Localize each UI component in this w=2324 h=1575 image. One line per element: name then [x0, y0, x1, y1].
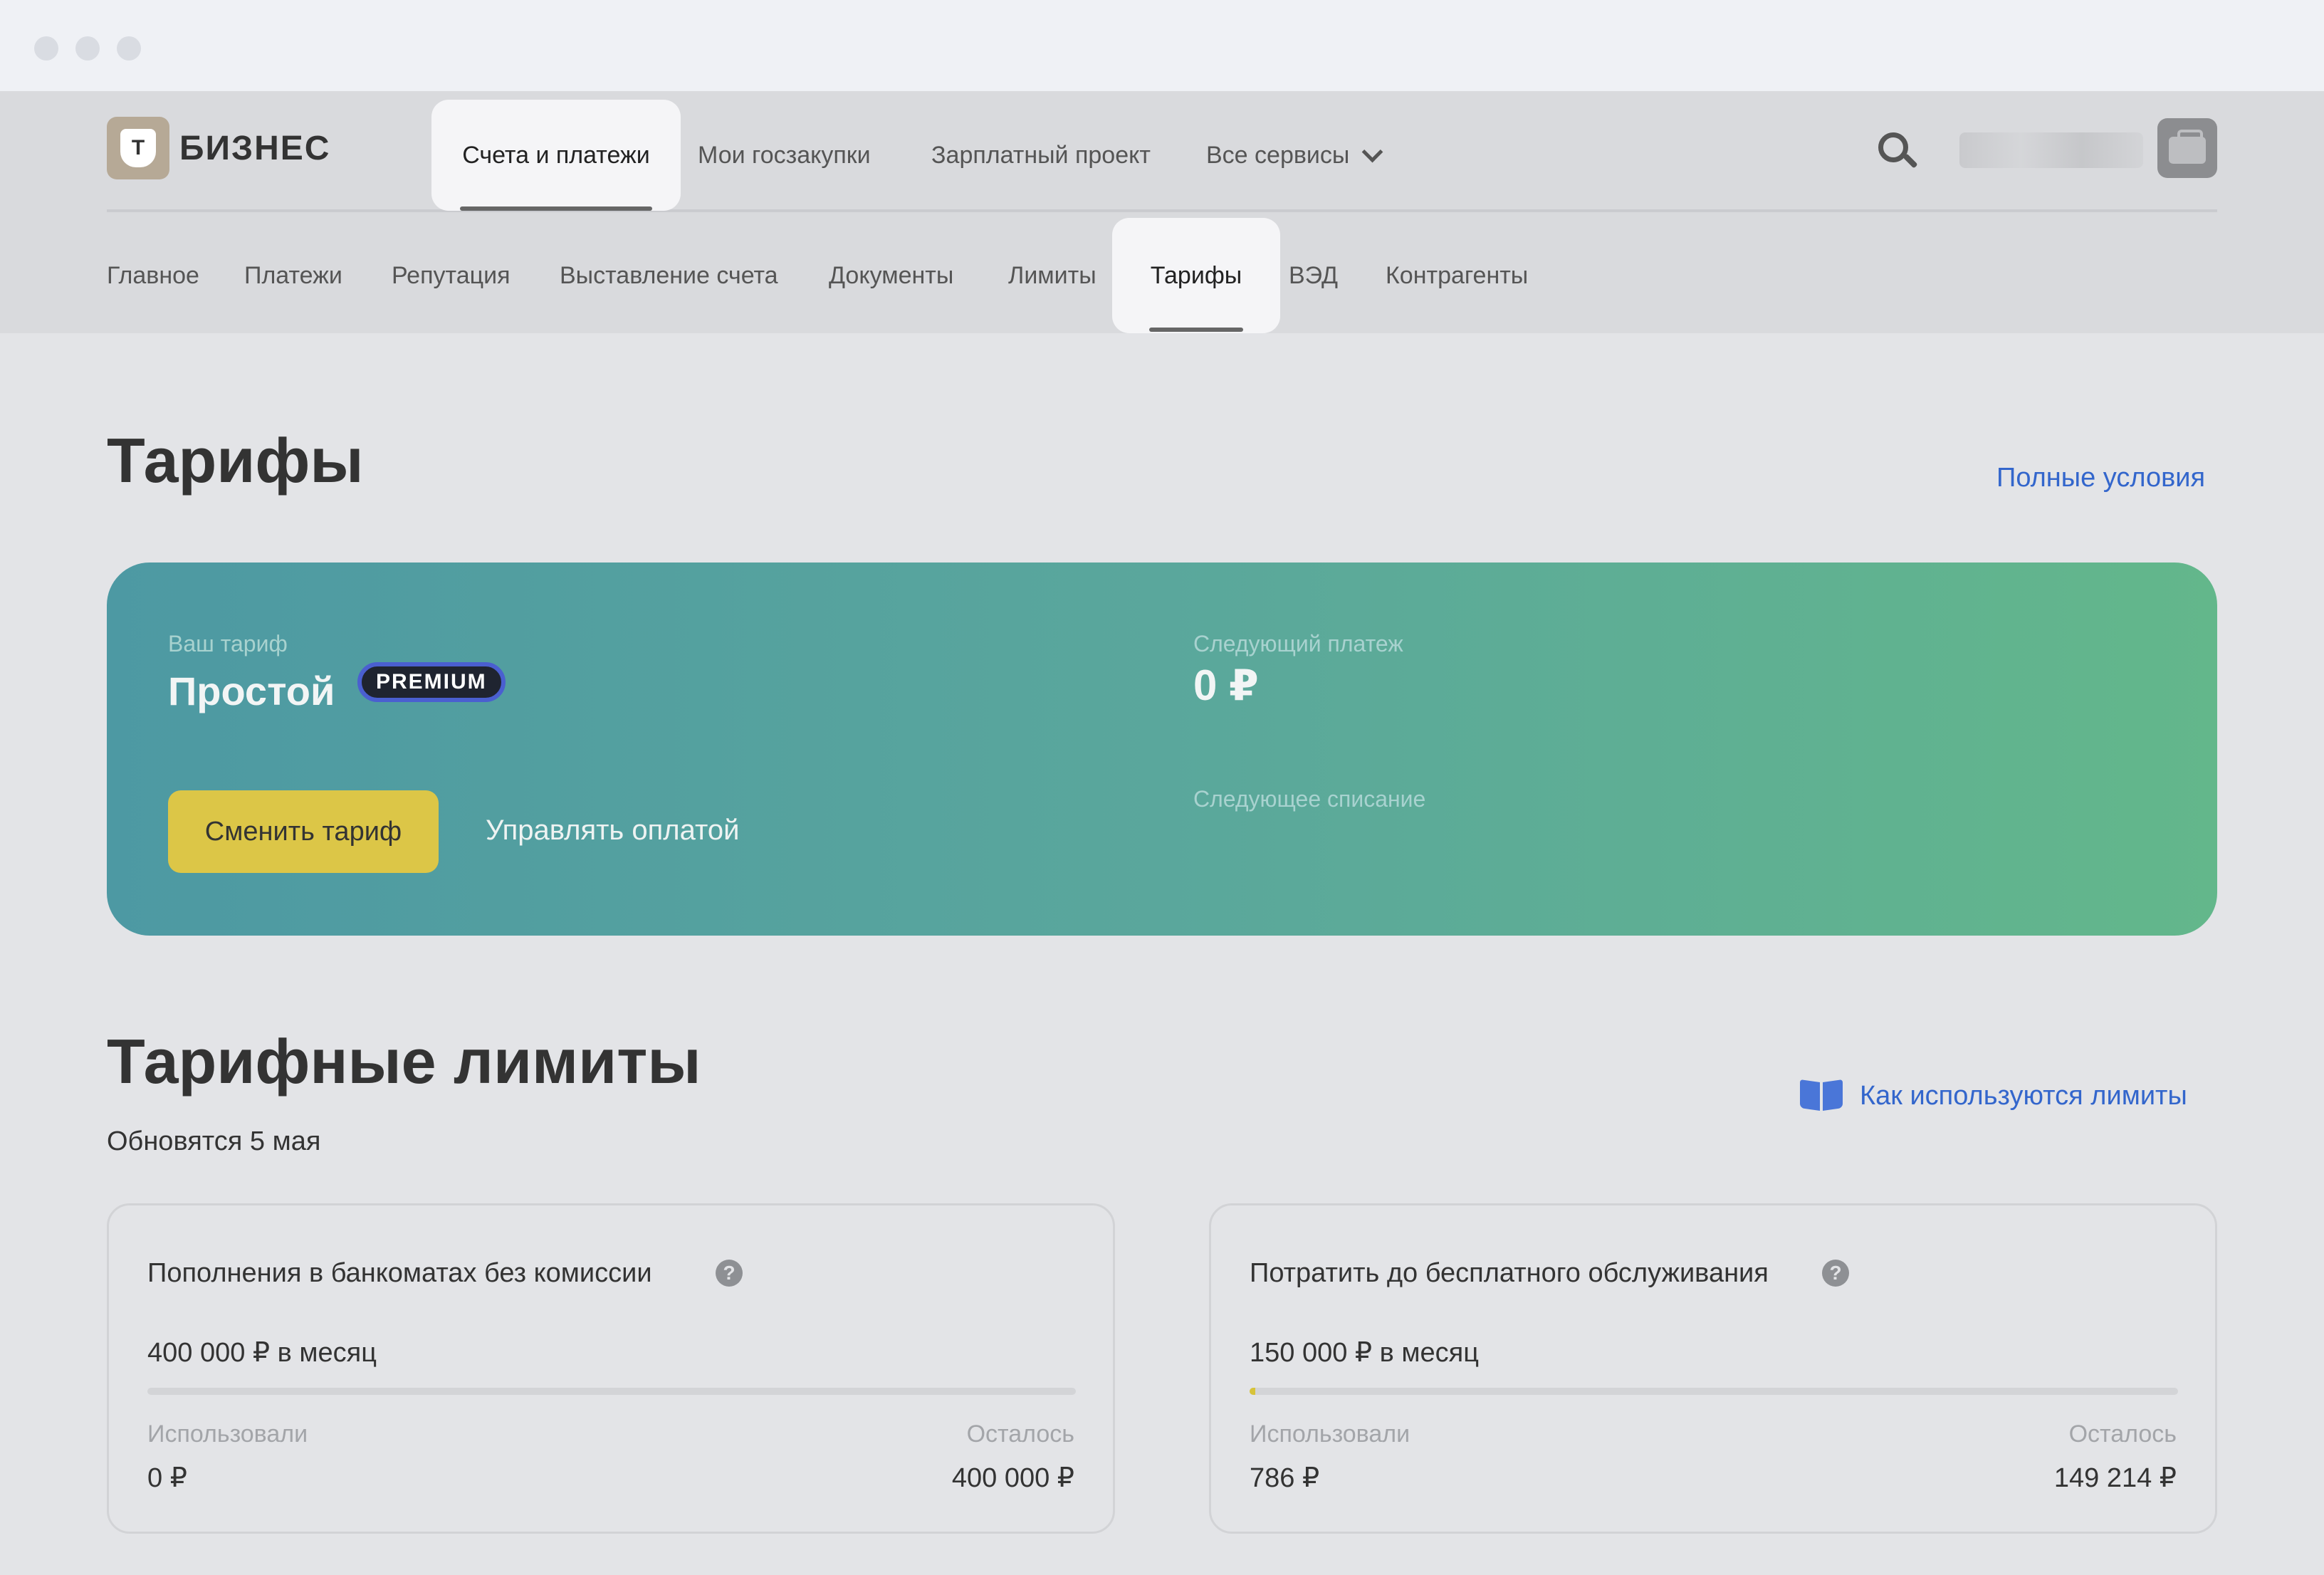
subtab-reputation[interactable]: Репутация: [392, 218, 510, 333]
book-left-page: [1800, 1079, 1820, 1111]
left-value: 400 000 ₽: [951, 1463, 1074, 1493]
tab-label: Счета и платежи: [462, 141, 650, 169]
full-terms-link[interactable]: Полные условия: [1996, 463, 2205, 493]
left-label: Осталось: [966, 1420, 1074, 1448]
active-tab-indicator: [460, 206, 652, 211]
tariff-card: Ваш тариф Простой PREMIUM Следующий плат…: [107, 562, 2217, 936]
subtab-invoicing[interactable]: Выставление счета: [560, 218, 778, 333]
left-value: 149 214 ₽: [2053, 1463, 2177, 1493]
subtab-label: Лимиты: [1008, 261, 1096, 289]
book-right-page: [1823, 1079, 1843, 1111]
limits-update-date: Обновятся 5 мая: [107, 1126, 321, 1156]
subtab-label: Главное: [107, 261, 199, 289]
tab-salary-project[interactable]: Зарплатный проект: [931, 100, 1151, 211]
logo-text: БИЗНЕС: [179, 129, 331, 167]
logo-letter: Т: [120, 129, 156, 167]
avatar-icon[interactable]: [2157, 118, 2217, 178]
active-subtab-indicator: [1149, 328, 1243, 332]
subtab-main[interactable]: Главное: [107, 218, 199, 333]
subtab-label: Документы: [829, 261, 954, 289]
your-tariff-label: Ваш тариф: [168, 631, 288, 656]
subtab-label: Контрагенты: [1386, 261, 1529, 289]
used-label: Использовали: [147, 1420, 308, 1448]
logo-icon: Т: [107, 117, 169, 179]
change-tariff-button[interactable]: Сменить тариф: [168, 790, 439, 873]
limit-title: Пополнения в банкоматах без комиссии: [147, 1258, 652, 1288]
next-charge-label: Следующее списание: [1193, 786, 1426, 812]
chevron-down-icon: [1361, 141, 1383, 162]
subtab-label: Выставление счета: [560, 261, 778, 289]
next-payment-value: 0 ₽: [1193, 661, 1259, 709]
subtab-counterparties[interactable]: Контрагенты: [1386, 218, 1528, 333]
limit-amount: 400 000 ₽ в месяц: [147, 1338, 377, 1368]
window-minimize-dot[interactable]: [75, 36, 100, 61]
subtab-label: Платежи: [244, 261, 342, 289]
manage-payment-button[interactable]: Управлять оплатой: [486, 815, 739, 847]
how-limits-used-link[interactable]: Как используются лимиты: [1860, 1081, 2187, 1111]
subtab-label: ВЭД: [1289, 261, 1339, 289]
tab-gov-purchases[interactable]: Мои госзакупки: [698, 100, 871, 211]
tab-label: Все сервисы: [1206, 141, 1350, 169]
limit-title: Потратить до бесплатного обслуживания: [1250, 1258, 1769, 1288]
limit-amount: 150 000 ₽ в месяц: [1250, 1338, 1479, 1368]
subtab-payments[interactable]: Платежи: [244, 218, 342, 333]
subtab-ved[interactable]: ВЭД: [1289, 218, 1338, 333]
subtab-limits[interactable]: Лимиты: [1008, 218, 1096, 333]
button-label: Сменить тариф: [204, 816, 402, 847]
limits-title: Тарифные лимиты: [107, 1026, 701, 1097]
used-value: 0 ₽: [147, 1463, 187, 1493]
premium-badge: PREMIUM: [357, 662, 506, 702]
subtab-label: Тарифы: [1150, 261, 1242, 289]
limit-progress-bar: [147, 1388, 1076, 1395]
company-name-blurred[interactable]: [1959, 132, 2143, 168]
subtab-documents[interactable]: Документы: [829, 218, 953, 333]
tab-label: Мои госзакупки: [698, 141, 871, 169]
briefcase-body: [2169, 137, 2206, 164]
limit-progress-bar: [1250, 1388, 2178, 1395]
tab-all-services[interactable]: Все сервисы: [1206, 100, 1383, 211]
subtab-tariffs[interactable]: Тарифы: [1112, 218, 1280, 333]
book-icon[interactable]: [1800, 1079, 1843, 1112]
window-maximize-dot[interactable]: [117, 36, 141, 61]
next-payment-label: Следующий платеж: [1193, 631, 1403, 656]
page-title: Тарифы: [107, 425, 364, 496]
window-close-dot[interactable]: [34, 36, 58, 61]
window-titlebar: [0, 0, 2324, 91]
tab-accounts-payments[interactable]: Счета и платежи: [431, 100, 681, 211]
left-label: Осталось: [2068, 1420, 2177, 1448]
header-divider: [107, 209, 2217, 212]
subtab-label: Репутация: [392, 261, 511, 289]
tab-label: Зарплатный проект: [931, 141, 1151, 169]
limit-progress-fill: [1250, 1388, 1255, 1395]
used-value: 786 ₽: [1250, 1463, 1320, 1493]
question-icon[interactable]: ?: [1822, 1260, 1849, 1287]
question-icon[interactable]: ?: [716, 1260, 743, 1287]
tariff-name: Простой: [168, 669, 335, 713]
used-label: Использовали: [1250, 1420, 1410, 1448]
limit-card-free-service: Потратить до бесплатного обслуживания ? …: [1209, 1203, 2217, 1534]
limit-card-atm: Пополнения в банкоматах без комиссии ? 4…: [107, 1203, 1115, 1534]
logo[interactable]: Т БИЗНЕС: [107, 117, 330, 179]
